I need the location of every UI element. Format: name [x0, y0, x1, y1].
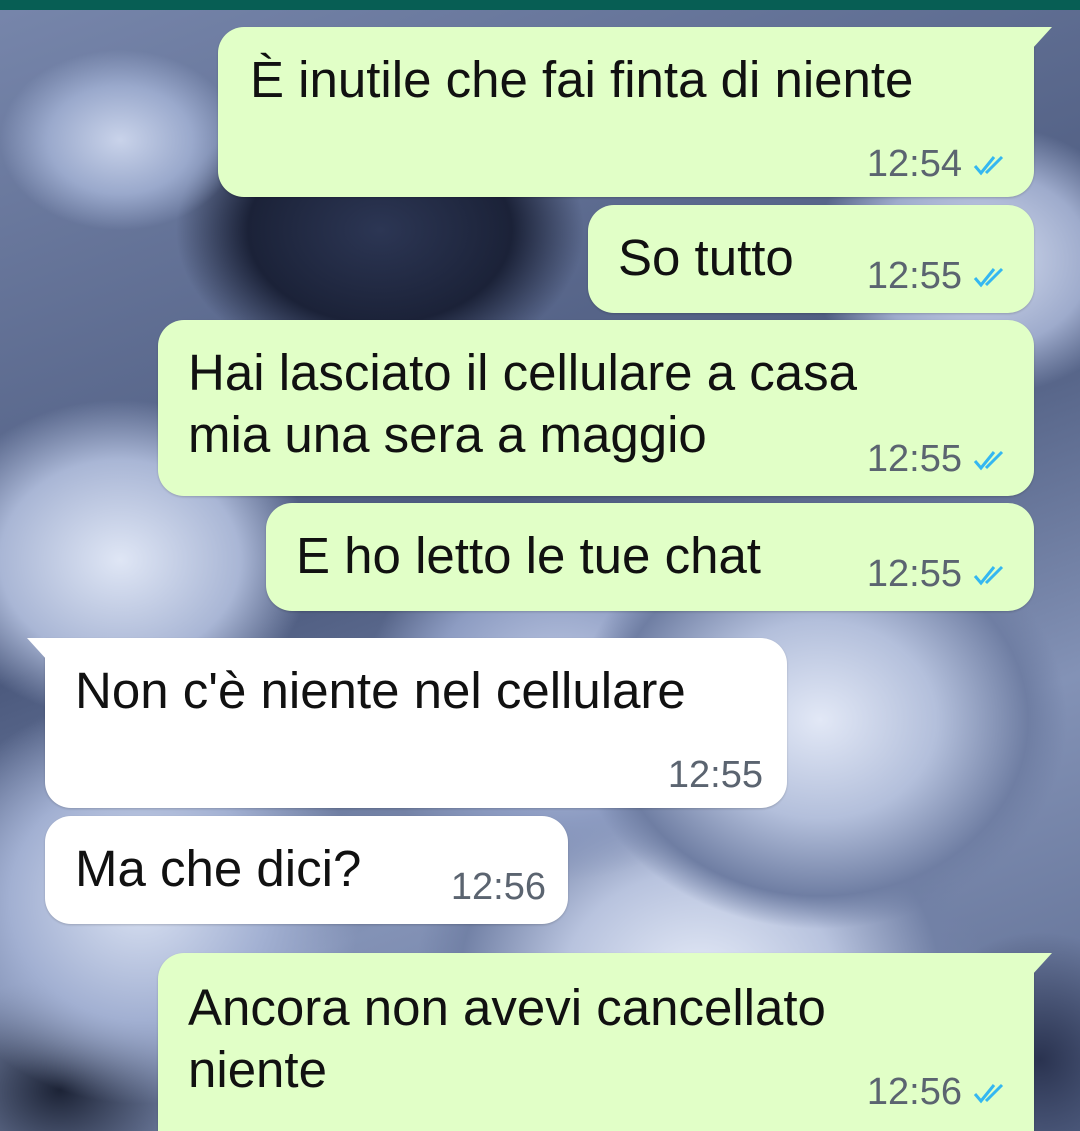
message-meta: 12:55: [867, 438, 1012, 481]
message-meta: 12:55: [867, 255, 1012, 298]
message-time: 12:56: [450, 866, 546, 908]
message-time: 12:55: [866, 553, 962, 595]
message-bubble-outgoing[interactable]: E ho letto le tue chat 12:55: [266, 503, 1034, 611]
double-check-icon: [973, 450, 1004, 470]
message-bubble-outgoing[interactable]: Hai lasciato il cellulare a casa mia una…: [158, 320, 1034, 496]
message-time: 12:55: [667, 754, 763, 796]
message-bubble-outgoing[interactable]: So tutto 12:55: [588, 205, 1034, 313]
message-text: Ma che dici?: [75, 840, 362, 897]
message-meta: 12:55: [867, 553, 1012, 596]
double-check-icon: [973, 155, 1004, 175]
message-bubble-outgoing[interactable]: Ancora non avevi cancellato niente 12:56: [158, 953, 1052, 1131]
message-text: So tutto: [618, 229, 794, 286]
double-check-icon: [973, 565, 1004, 585]
message-text: È inutile che fai finta di niente: [250, 51, 914, 108]
message-meta: 12:56: [867, 1071, 1012, 1114]
message-meta: 12:55: [668, 754, 763, 797]
message-text: Non c'è niente nel cellulare: [75, 662, 686, 719]
message-time: 12:56: [866, 1071, 962, 1113]
double-check-icon: [973, 267, 1004, 287]
message-meta: 12:54: [867, 143, 1012, 186]
message-bubble-incoming[interactable]: Ma che dici? 12:56: [45, 816, 568, 924]
message-bubble-incoming[interactable]: Non c'è niente nel cellulare 12:55: [27, 638, 787, 808]
message-meta: 12:56: [451, 866, 546, 909]
message-bubble-outgoing[interactable]: È inutile che fai finta di niente 12:54: [218, 27, 1052, 197]
message-time: 12:54: [866, 143, 962, 185]
message-text: Hai lasciato il cellulare a casa mia una…: [188, 344, 857, 463]
app-header-bar: [0, 0, 1080, 10]
message-text: E ho letto le tue chat: [296, 527, 761, 584]
message-time: 12:55: [866, 438, 962, 480]
double-check-icon: [973, 1083, 1004, 1103]
message-time: 12:55: [866, 255, 962, 297]
message-text: Ancora non avevi cancellato niente: [188, 979, 826, 1098]
